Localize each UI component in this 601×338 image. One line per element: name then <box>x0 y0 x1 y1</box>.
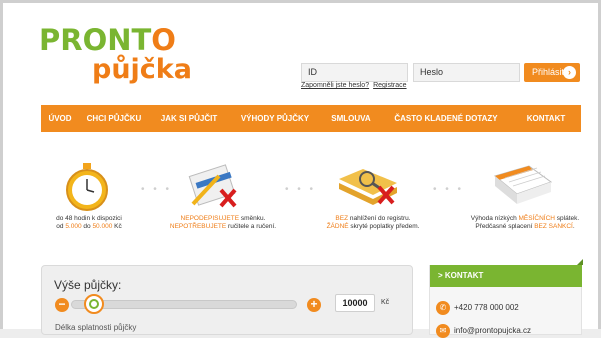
amount-slider-handle[interactable] <box>83 294 104 314</box>
repayment-label: Délka splatnosti půjčky <box>55 323 137 332</box>
nav-item-uvod[interactable]: ÚVOD <box>41 105 79 132</box>
login-links: Zapomněli jste heslo? Registrace <box>301 82 411 89</box>
main-nav: ÚVOD CHCI PŮJČKU JAK SI PŮJČIT VÝHODY PŮ… <box>41 105 581 132</box>
arrow-right-icon: › <box>563 66 576 79</box>
email-icon: ✉ <box>436 324 450 338</box>
logo-o-icon: O <box>151 23 176 57</box>
logo[interactable]: PRONTO půjčka <box>39 25 192 85</box>
separator-dots: • • • <box>285 184 317 195</box>
amount-slider-track[interactable] <box>71 300 297 309</box>
nav-item-jak-si-pujcit[interactable]: JAK SI PŮJČIT <box>149 105 229 132</box>
folder-search-icon <box>339 169 397 205</box>
forgot-password-link[interactable]: Zapomněli jste heslo? <box>301 82 369 89</box>
nav-item-vyhody-pujcky[interactable]: VÝHODY PŮJČKY <box>229 105 321 132</box>
register-link[interactable]: Registrace <box>373 82 406 89</box>
nav-item-chci-pujcku[interactable]: CHCI PŮJČKU <box>79 105 149 132</box>
loan-amount-label: Výše půjčky: <box>54 278 122 292</box>
separator-dots: • • • <box>433 184 465 195</box>
logo-text: PRONT <box>39 23 152 57</box>
contact-header: > KONTAKT <box>430 259 583 287</box>
feature-caption-speed: do 48 hodin k dispozici od 5.000 do 50.0… <box>56 215 122 230</box>
contact-email[interactable]: ✉ info@prontopujcka.cz <box>436 324 531 338</box>
separator-dots: • • • <box>141 184 173 195</box>
signing-contract-icon <box>188 164 237 208</box>
nav-item-smlouva[interactable]: SMLOUVA <box>321 105 381 132</box>
feature-caption-no-guarantor: NEPODEPISUJETE směnku. NEPOTŘEBUJETE ruč… <box>169 215 277 230</box>
feature-caption-no-register: BEZ nahlížení do registru. ŽÁDNÉ skryté … <box>326 215 420 230</box>
login-button-label: Přihlásit <box>532 67 565 77</box>
currency-label: Kč <box>381 299 390 306</box>
feature-caption-installments: Výhoda nízkých MĚSÍČNÍCH splátek. Předča… <box>470 215 580 230</box>
nav-item-kontakt[interactable]: KONTAKT <box>511 105 581 132</box>
contact-box: > KONTAKT ✆ +420 778 000 002 ✉ info@pronto… <box>429 259 583 338</box>
login-button[interactable]: Přihlásit › <box>524 63 580 82</box>
decrease-amount-button[interactable]: − <box>55 298 69 312</box>
increase-amount-button[interactable]: + <box>307 298 321 312</box>
contact-phone: ✆ +420 778 000 002 <box>436 301 519 315</box>
phone-icon: ✆ <box>436 301 450 315</box>
password-input[interactable]: Heslo <box>413 63 520 82</box>
calendar-icon <box>493 165 553 204</box>
logo-o-icon <box>88 299 99 309</box>
amount-input[interactable]: 10000 <box>335 294 375 312</box>
page: PRONTO půjčka ID Heslo Zapomněli jste he… <box>0 0 601 338</box>
stopwatch-icon <box>66 163 108 211</box>
id-input[interactable]: ID <box>301 63 408 82</box>
nav-item-faq[interactable]: ČASTO KLADENÉ DOTAZY <box>381 105 511 132</box>
logo-subtext: půjčka <box>92 54 192 85</box>
